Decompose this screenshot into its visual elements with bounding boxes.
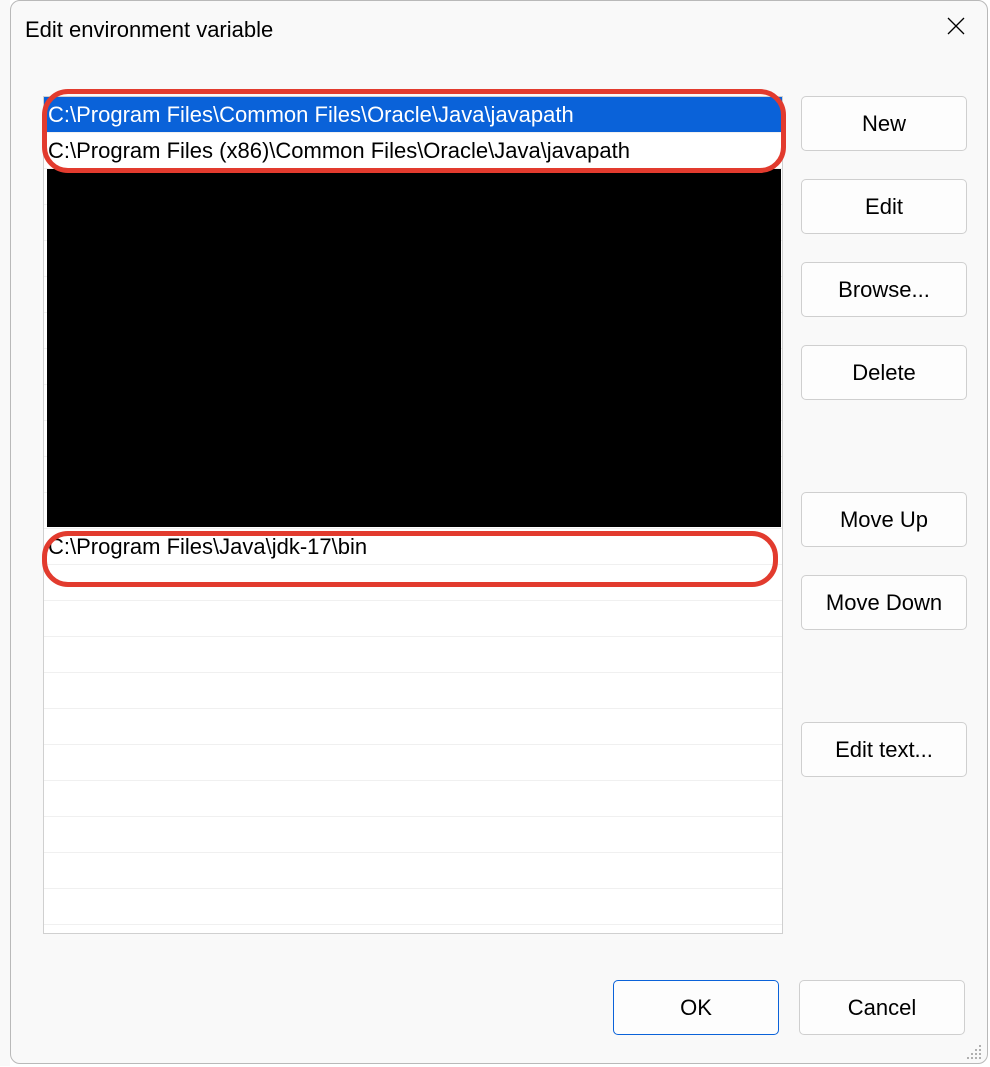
list-item[interactable]	[44, 781, 782, 817]
list-item[interactable]	[44, 889, 782, 925]
list-item[interactable]	[44, 565, 782, 601]
background-window-edge	[0, 0, 10, 1066]
ok-button[interactable]: OK	[613, 980, 779, 1035]
close-icon	[946, 16, 966, 42]
list-item[interactable]	[44, 817, 782, 853]
edit-env-var-dialog: Edit environment variable C:\Program Fil…	[10, 0, 988, 1064]
list-item[interactable]: C:\Program Files\Java\jdk-17\bin	[44, 529, 782, 565]
edit-text-button[interactable]: Edit text...	[801, 722, 967, 777]
redacted-region	[47, 169, 781, 527]
titlebar: Edit environment variable	[11, 1, 987, 59]
move-down-button[interactable]: Move Down	[801, 575, 967, 630]
dialog-title: Edit environment variable	[11, 17, 273, 43]
list-item[interactable]	[44, 637, 782, 673]
browse-button[interactable]: Browse...	[801, 262, 967, 317]
list-item[interactable]	[44, 853, 782, 889]
list-item[interactable]	[44, 709, 782, 745]
side-button-panel: New Edit Browse... Delete Move Up Move D…	[801, 96, 969, 805]
delete-button[interactable]: Delete	[801, 345, 967, 400]
move-up-button[interactable]: Move Up	[801, 492, 967, 547]
list-item[interactable]	[44, 745, 782, 781]
list-item[interactable]	[44, 673, 782, 709]
dialog-footer: OK Cancel	[11, 980, 987, 1035]
resize-grip-icon[interactable]	[965, 1041, 983, 1059]
close-button[interactable]	[931, 7, 981, 51]
list-item[interactable]: C:\Program Files (x86)\Common Files\Orac…	[44, 133, 782, 169]
edit-button[interactable]: Edit	[801, 179, 967, 234]
list-item[interactable]: C:\Program Files\Common Files\Oracle\Jav…	[44, 97, 782, 133]
new-button[interactable]: New	[801, 96, 967, 151]
cancel-button[interactable]: Cancel	[799, 980, 965, 1035]
list-item[interactable]	[44, 601, 782, 637]
path-listbox[interactable]: C:\Program Files\Common Files\Oracle\Jav…	[43, 96, 783, 934]
